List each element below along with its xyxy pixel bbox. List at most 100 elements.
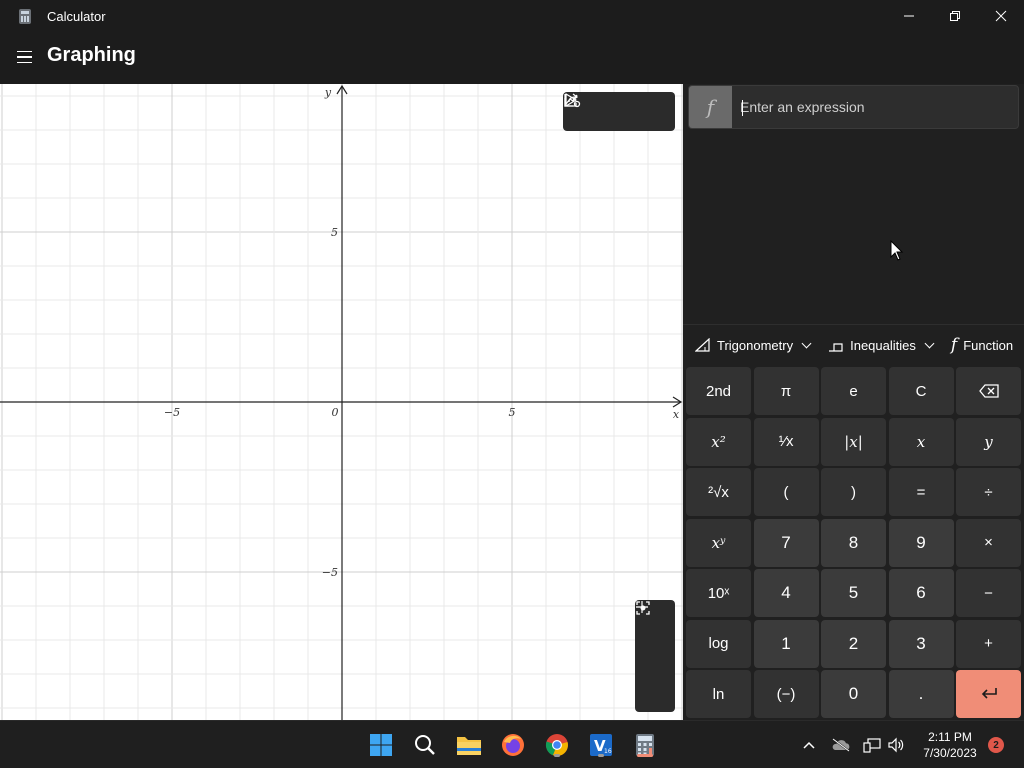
expression-input[interactable] [740, 86, 1010, 128]
graph-grid: −5 0 5 5 −5 x y [0, 84, 683, 720]
digit-8-key[interactable]: 8 [821, 518, 886, 567]
square-key[interactable]: x² [686, 417, 751, 466]
title-bar: Calculator [0, 0, 1024, 32]
digit-7-key[interactable]: 7 [753, 518, 819, 567]
share-button[interactable] [564, 93, 634, 127]
graphing-keypad: Trigonometry Inequalities f Function 2nd… [683, 324, 1024, 720]
tab-trigonometry[interactable]: Trigonometry [695, 338, 812, 353]
graph-options-button[interactable] [564, 94, 669, 127]
origin-label: 0 [332, 406, 339, 419]
open-paren-key[interactable]: ( [753, 468, 819, 516]
add-key[interactable]: + [956, 619, 1021, 668]
taskbar: V 16 2:11 PM 7/30/2023 2 [0, 720, 1024, 768]
equals-key[interactable]: = [888, 468, 954, 516]
minimize-icon [904, 15, 914, 17]
digit-2-key[interactable]: 2 [821, 619, 886, 668]
svg-text:16: 16 [604, 748, 612, 755]
network-icon [863, 738, 881, 753]
clear-key[interactable]: C [888, 367, 954, 415]
enter-key[interactable] [956, 670, 1021, 718]
start-button[interactable] [366, 730, 396, 760]
digit-1-key[interactable]: 1 [753, 619, 819, 668]
power-key[interactable]: xʸ [686, 518, 751, 567]
reset-view-button[interactable] [636, 601, 673, 710]
variable-x-key[interactable]: x [888, 417, 954, 466]
volume-button[interactable] [886, 735, 906, 755]
search-icon [415, 735, 435, 755]
function-icon: f [950, 335, 958, 355]
network-button[interactable] [862, 735, 882, 755]
show-hidden-icons-button[interactable] [799, 735, 819, 755]
close-button[interactable] [978, 0, 1024, 32]
log-key[interactable]: log [686, 619, 751, 668]
close-paren-key[interactable]: ) [821, 468, 886, 516]
x-tick-label: 5 [509, 406, 516, 419]
enter-icon [981, 688, 997, 699]
decimal-key[interactable]: . [888, 670, 954, 718]
search-button[interactable] [410, 730, 440, 760]
function-style-button[interactable]: f [689, 86, 732, 128]
expression-row: f [688, 85, 1019, 129]
calculator-app-icon [19, 9, 31, 24]
square-root-key[interactable]: ²√x [686, 468, 751, 516]
backspace-key[interactable] [956, 367, 1021, 415]
zoom-controls [635, 600, 675, 712]
y-tick-label: 5 [331, 226, 338, 239]
negate-key[interactable]: (−) [753, 670, 819, 718]
navigation-menu-button[interactable] [11, 44, 37, 70]
minimize-button[interactable] [886, 0, 932, 32]
chevron-down-icon [924, 338, 935, 348]
onedrive-offline-icon [832, 738, 850, 752]
variable-y-key[interactable]: y [956, 417, 1021, 466]
digit-5-key[interactable]: 5 [821, 569, 886, 617]
tab-inequalities[interactable]: Inequalities [828, 338, 935, 353]
reciprocal-key[interactable]: ¹⁄x [753, 417, 819, 466]
abs-key[interactable]: |x| [821, 417, 886, 466]
onedrive-button[interactable] [831, 735, 851, 755]
chrome-button[interactable] [542, 730, 572, 760]
chevron-down-icon [801, 338, 812, 348]
inequality-icon [829, 343, 843, 352]
digit-0-key[interactable]: 0 [821, 670, 886, 718]
graph-canvas[interactable]: −5 0 5 5 −5 x y [0, 84, 683, 720]
second-function-key[interactable]: 2nd [686, 367, 751, 415]
folder-icon [457, 737, 481, 755]
clock[interactable]: 2:11 PM 7/30/2023 [910, 729, 990, 761]
firefox-button[interactable] [498, 730, 528, 760]
calculator-taskbar-button[interactable] [630, 730, 660, 760]
reset-view-icon [636, 601, 650, 615]
digit-3-key[interactable]: 3 [888, 619, 954, 668]
digit-6-key[interactable]: 6 [888, 569, 954, 617]
ten-power-key[interactable]: 10ˣ [686, 569, 751, 617]
divide-key[interactable]: ÷ [956, 468, 1021, 516]
x-tick-label: −5 [164, 406, 180, 419]
hamburger-icon [16, 50, 32, 53]
tab-function[interactable]: f Function [951, 335, 1013, 355]
e-key[interactable]: e [821, 367, 886, 415]
ln-key[interactable]: ln [686, 670, 751, 718]
digit-4-key[interactable]: 4 [753, 569, 819, 617]
running-indicator [598, 754, 604, 757]
close-icon [995, 10, 1007, 22]
restore-button[interactable] [932, 0, 978, 32]
zoom-out-button[interactable] [636, 606, 673, 673]
page-title: Graphing [47, 44, 136, 66]
firefox-icon [502, 734, 524, 756]
graph-toolbar [563, 92, 675, 131]
clock-date: 7/30/2023 [923, 746, 977, 760]
digit-9-key[interactable]: 9 [888, 518, 954, 567]
multiply-key[interactable]: × [956, 518, 1021, 567]
file-explorer-button[interactable] [454, 730, 484, 760]
clock-time: 2:11 PM [928, 730, 972, 744]
windows-start-icon [370, 734, 392, 756]
pi-key[interactable]: π [753, 367, 819, 415]
triangle-ruler-icon [695, 338, 710, 352]
running-indicator [554, 754, 560, 757]
notification-badge[interactable]: 2 [988, 737, 1004, 753]
keypad-tabs: Trigonometry Inequalities f Function [683, 325, 1024, 365]
subtract-key[interactable]: − [956, 569, 1021, 617]
visual-studio-button[interactable]: V 16 [586, 730, 616, 760]
x-axis-label: x [673, 408, 680, 421]
y-axis-label: y [324, 86, 332, 99]
chevron-up-icon [803, 741, 815, 749]
